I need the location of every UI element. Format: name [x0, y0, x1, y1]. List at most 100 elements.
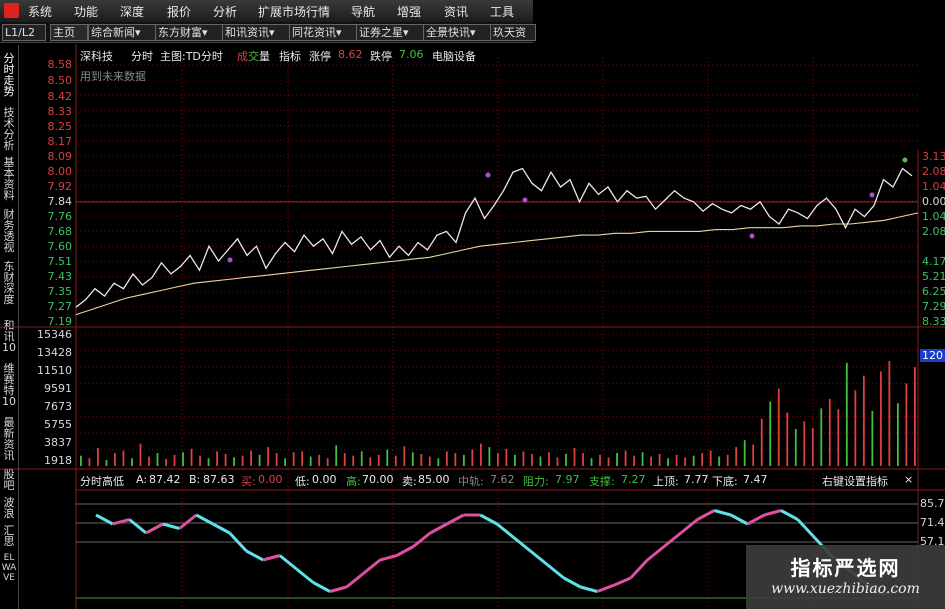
volume-bar — [505, 448, 508, 466]
oscillator-segment — [496, 522, 515, 539]
volume-bar — [633, 455, 635, 466]
price-line — [75, 167, 913, 308]
oscillator-segment — [613, 576, 632, 587]
volume-bar — [173, 454, 176, 466]
volume-bar — [471, 449, 474, 466]
volume-bar — [786, 412, 789, 466]
price-tick: 8.17 — [47, 135, 73, 148]
volume-bar — [837, 409, 840, 466]
volume-bar — [88, 458, 91, 466]
intraday-chart[interactable] — [0, 0, 945, 609]
volume-bar — [862, 375, 865, 466]
oscillator-segment — [245, 549, 264, 562]
volume-tick: 15346 — [37, 328, 72, 341]
ind-sell-value: 85.00 — [418, 473, 450, 486]
ind-low-value: 0.00 — [312, 473, 337, 486]
pct-tick: 7.29 — [922, 300, 945, 313]
volume-tick: 13428 — [37, 346, 72, 359]
ind-tick: 71.4 — [920, 516, 945, 529]
oscillator-segment — [178, 513, 198, 530]
volume-bar — [743, 440, 746, 466]
main-indicator-label[interactable]: 主图:TD分时 — [160, 48, 223, 64]
oscillator-segment — [629, 558, 649, 580]
price-tick: 7.43 — [47, 270, 73, 283]
ind-sell-label: 卖: — [402, 475, 417, 488]
volume-bar — [343, 453, 346, 466]
ind-top-label: 上顶: — [653, 475, 679, 488]
volume-bar — [667, 458, 670, 466]
price-tick: 8.25 — [47, 120, 73, 133]
volume-bar — [497, 453, 499, 466]
sector-label: 电脑设备 — [432, 50, 476, 63]
oscillator-segment — [262, 554, 281, 562]
pct-tick: 1.04 — [922, 180, 945, 193]
volume-bar — [437, 458, 440, 466]
site-watermark: 指标严选网 www.xuezhibiao.com — [746, 545, 945, 609]
volume-bar — [454, 453, 457, 466]
volume-bar — [326, 458, 329, 466]
oscillator-segment — [780, 509, 799, 521]
volume-bar — [811, 428, 814, 466]
volume-bar — [250, 450, 253, 466]
indicator-settings-button[interactable]: 右键设置指标 — [822, 473, 888, 489]
oscillator-segment — [529, 549, 549, 566]
oscillator-segment — [429, 522, 448, 535]
oscillator-segment — [763, 509, 782, 517]
oscillator-segment — [295, 567, 315, 584]
volume-bar — [207, 458, 210, 466]
volume-bar — [165, 459, 167, 466]
volume-bar — [590, 458, 593, 466]
indicator-name[interactable]: 分时高低 — [80, 473, 124, 489]
ind-res-label: 阻力: — [523, 475, 549, 488]
pct-tick: 5.21 — [922, 270, 945, 283]
watermark-url: www.xuezhibiao.com — [771, 581, 920, 597]
td-mark — [749, 233, 755, 239]
oscillator-segment — [329, 585, 348, 593]
volume-bar — [548, 452, 550, 466]
oscillator-segment — [345, 572, 365, 589]
volume-tick: 11510 — [37, 364, 72, 377]
volume-bar — [531, 453, 533, 466]
td-mark — [522, 197, 528, 203]
pct-tick: 8.33 — [922, 315, 945, 328]
price-tick: 7.60 — [47, 240, 73, 253]
volume-bar — [97, 447, 99, 466]
oscillator-segment — [212, 522, 231, 535]
price-tick: 7.92 — [47, 180, 73, 193]
indicator-label[interactable]: 指标 — [279, 48, 301, 64]
ind-top-value: 7.77 — [684, 473, 709, 486]
volume-bar — [871, 410, 874, 466]
future-data-note: 用到未来数据 — [80, 70, 146, 83]
ind-buy-value: 0.00 — [258, 473, 283, 486]
volume-bar — [411, 452, 414, 466]
td-mark — [485, 172, 491, 178]
volume-bar — [803, 421, 806, 466]
volume-bar — [335, 445, 338, 466]
volume-bar — [718, 456, 721, 466]
pct-tick: 2.08 — [922, 165, 945, 178]
oscillator-segment — [796, 518, 816, 539]
price-tick: 7.76 — [47, 210, 73, 223]
price-tick: 7.51 — [47, 255, 73, 268]
price-tick: 8.09 — [47, 150, 73, 163]
volume-bar — [692, 455, 695, 466]
volume-bar — [582, 453, 584, 466]
volume-bar — [394, 455, 397, 466]
indicator-close-icon[interactable]: × — [904, 473, 913, 486]
ind-a-value: 87.42 — [149, 473, 181, 486]
volume-bar — [284, 458, 287, 466]
ind-high-value: 70.00 — [362, 473, 394, 486]
mode-label: 分时 — [131, 50, 153, 63]
pct-tick: 1.04 — [922, 210, 945, 223]
volume-bar — [556, 457, 559, 466]
td-mark — [227, 257, 233, 263]
price-tick: 7.35 — [47, 285, 73, 298]
ind-b-value: 87.63 — [203, 473, 235, 486]
td-sequence-marks — [227, 157, 908, 263]
stock-name: 深科技 — [80, 50, 113, 63]
volume-bar — [820, 408, 823, 466]
volume-bar — [139, 443, 142, 466]
volume-bar — [607, 457, 610, 466]
volume-bar — [386, 449, 389, 466]
volume-bar — [275, 453, 278, 466]
